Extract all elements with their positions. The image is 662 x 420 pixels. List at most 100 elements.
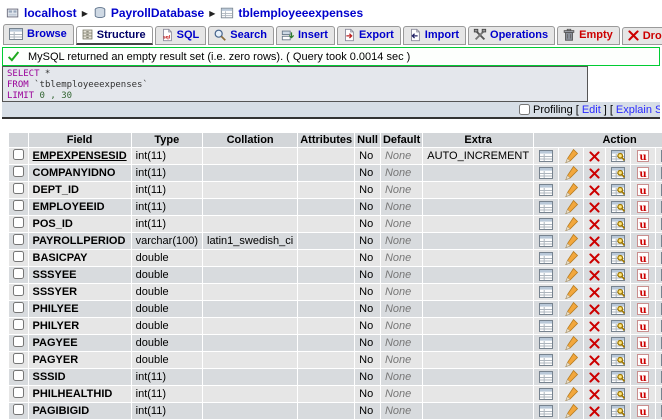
tab-export[interactable]: Export xyxy=(336,26,401,45)
row-checkbox[interactable] xyxy=(12,285,24,296)
action-unique-icon[interactable]: u xyxy=(630,300,657,318)
action-unique-icon[interactable]: u xyxy=(630,181,657,199)
action-browse-icon[interactable] xyxy=(533,164,560,182)
row-checkbox[interactable] xyxy=(12,166,24,177)
action-primary-icon[interactable] xyxy=(605,402,632,420)
action-change-icon[interactable] xyxy=(558,402,585,420)
action-index-icon[interactable] xyxy=(655,283,662,301)
action-index-icon[interactable] xyxy=(655,147,662,165)
action-drop-icon[interactable] xyxy=(583,215,607,233)
row-checkbox[interactable] xyxy=(12,353,24,364)
action-index-icon[interactable] xyxy=(655,402,662,420)
tab-search[interactable]: Search xyxy=(208,26,274,45)
action-browse-icon[interactable] xyxy=(533,368,560,386)
action-primary-icon[interactable] xyxy=(605,334,632,352)
action-drop-icon[interactable] xyxy=(583,317,607,335)
action-unique-icon[interactable]: u xyxy=(630,283,657,301)
action-change-icon[interactable] xyxy=(558,300,585,318)
action-index-icon[interactable] xyxy=(655,215,662,233)
action-change-icon[interactable] xyxy=(558,266,585,284)
action-drop-icon[interactable] xyxy=(583,164,607,182)
action-drop-icon[interactable] xyxy=(583,249,607,267)
action-browse-icon[interactable] xyxy=(533,300,560,318)
action-primary-icon[interactable] xyxy=(605,232,632,250)
action-browse-icon[interactable] xyxy=(533,215,560,233)
action-drop-icon[interactable] xyxy=(583,368,607,386)
action-index-icon[interactable] xyxy=(655,266,662,284)
action-index-icon[interactable] xyxy=(655,385,662,403)
action-change-icon[interactable] xyxy=(558,385,585,403)
row-checkbox[interactable] xyxy=(12,268,24,279)
breadcrumb-link-localhost[interactable]: localhost xyxy=(24,6,77,20)
action-index-icon[interactable] xyxy=(655,181,662,199)
action-primary-icon[interactable] xyxy=(605,283,632,301)
row-checkbox[interactable] xyxy=(12,336,24,347)
action-change-icon[interactable] xyxy=(558,164,585,182)
action-primary-icon[interactable] xyxy=(605,181,632,199)
profiling-checkbox[interactable] xyxy=(519,104,530,115)
action-index-icon[interactable] xyxy=(655,368,662,386)
action-primary-icon[interactable] xyxy=(605,249,632,267)
action-drop-icon[interactable] xyxy=(583,385,607,403)
action-unique-icon[interactable]: u xyxy=(630,334,657,352)
action-drop-icon[interactable] xyxy=(583,300,607,318)
action-primary-icon[interactable] xyxy=(605,215,632,233)
explain-sql-link[interactable]: Explain SQ xyxy=(616,104,660,116)
action-change-icon[interactable] xyxy=(558,198,585,216)
action-index-icon[interactable] xyxy=(655,317,662,335)
action-browse-icon[interactable] xyxy=(533,181,560,199)
action-drop-icon[interactable] xyxy=(583,334,607,352)
row-checkbox[interactable] xyxy=(12,370,24,381)
action-drop-icon[interactable] xyxy=(583,198,607,216)
breadcrumb-link-payrolldatabase[interactable]: PayrollDatabase xyxy=(111,6,204,20)
action-unique-icon[interactable]: u xyxy=(630,232,657,250)
action-change-icon[interactable] xyxy=(558,351,585,369)
action-unique-icon[interactable]: u xyxy=(630,368,657,386)
action-unique-icon[interactable]: u xyxy=(630,198,657,216)
action-browse-icon[interactable] xyxy=(533,147,560,165)
tab-structure[interactable]: Structure xyxy=(75,26,153,45)
action-drop-icon[interactable] xyxy=(583,147,607,165)
action-browse-icon[interactable] xyxy=(533,317,560,335)
action-unique-icon[interactable]: u xyxy=(630,164,657,182)
edit-query-link[interactable]: Edit xyxy=(582,104,601,116)
action-browse-icon[interactable] xyxy=(533,249,560,267)
action-unique-icon[interactable]: u xyxy=(630,266,657,284)
action-index-icon[interactable] xyxy=(655,164,662,182)
action-primary-icon[interactable] xyxy=(605,351,632,369)
tab-import[interactable]: Import xyxy=(402,26,467,45)
row-checkbox[interactable] xyxy=(12,183,24,194)
action-change-icon[interactable] xyxy=(558,181,585,199)
action-primary-icon[interactable] xyxy=(605,198,632,216)
action-primary-icon[interactable] xyxy=(605,147,632,165)
action-primary-icon[interactable] xyxy=(605,368,632,386)
action-browse-icon[interactable] xyxy=(533,334,560,352)
action-drop-icon[interactable] xyxy=(583,232,607,250)
tab-insert[interactable]: Insert xyxy=(275,26,335,45)
tab-empty[interactable]: Empty xyxy=(557,26,620,45)
action-change-icon[interactable] xyxy=(558,283,585,301)
row-checkbox[interactable] xyxy=(12,217,24,228)
action-browse-icon[interactable] xyxy=(533,402,560,420)
action-browse-icon[interactable] xyxy=(533,283,560,301)
action-index-icon[interactable] xyxy=(655,334,662,352)
tab-operations[interactable]: Operations xyxy=(468,26,556,45)
action-drop-icon[interactable] xyxy=(583,283,607,301)
action-drop-icon[interactable] xyxy=(583,181,607,199)
action-browse-icon[interactable] xyxy=(533,232,560,250)
row-checkbox[interactable] xyxy=(12,149,24,160)
action-drop-icon[interactable] xyxy=(583,266,607,284)
action-drop-icon[interactable] xyxy=(583,402,607,420)
action-browse-icon[interactable] xyxy=(533,385,560,403)
action-browse-icon[interactable] xyxy=(533,198,560,216)
action-primary-icon[interactable] xyxy=(605,300,632,318)
action-index-icon[interactable] xyxy=(655,351,662,369)
action-change-icon[interactable] xyxy=(558,334,585,352)
tab-browse[interactable]: Browse xyxy=(3,24,74,45)
action-index-icon[interactable] xyxy=(655,232,662,250)
action-unique-icon[interactable]: u xyxy=(630,249,657,267)
row-checkbox[interactable] xyxy=(12,319,24,330)
row-checkbox[interactable] xyxy=(12,200,24,211)
action-index-icon[interactable] xyxy=(655,249,662,267)
row-checkbox[interactable] xyxy=(12,302,24,313)
